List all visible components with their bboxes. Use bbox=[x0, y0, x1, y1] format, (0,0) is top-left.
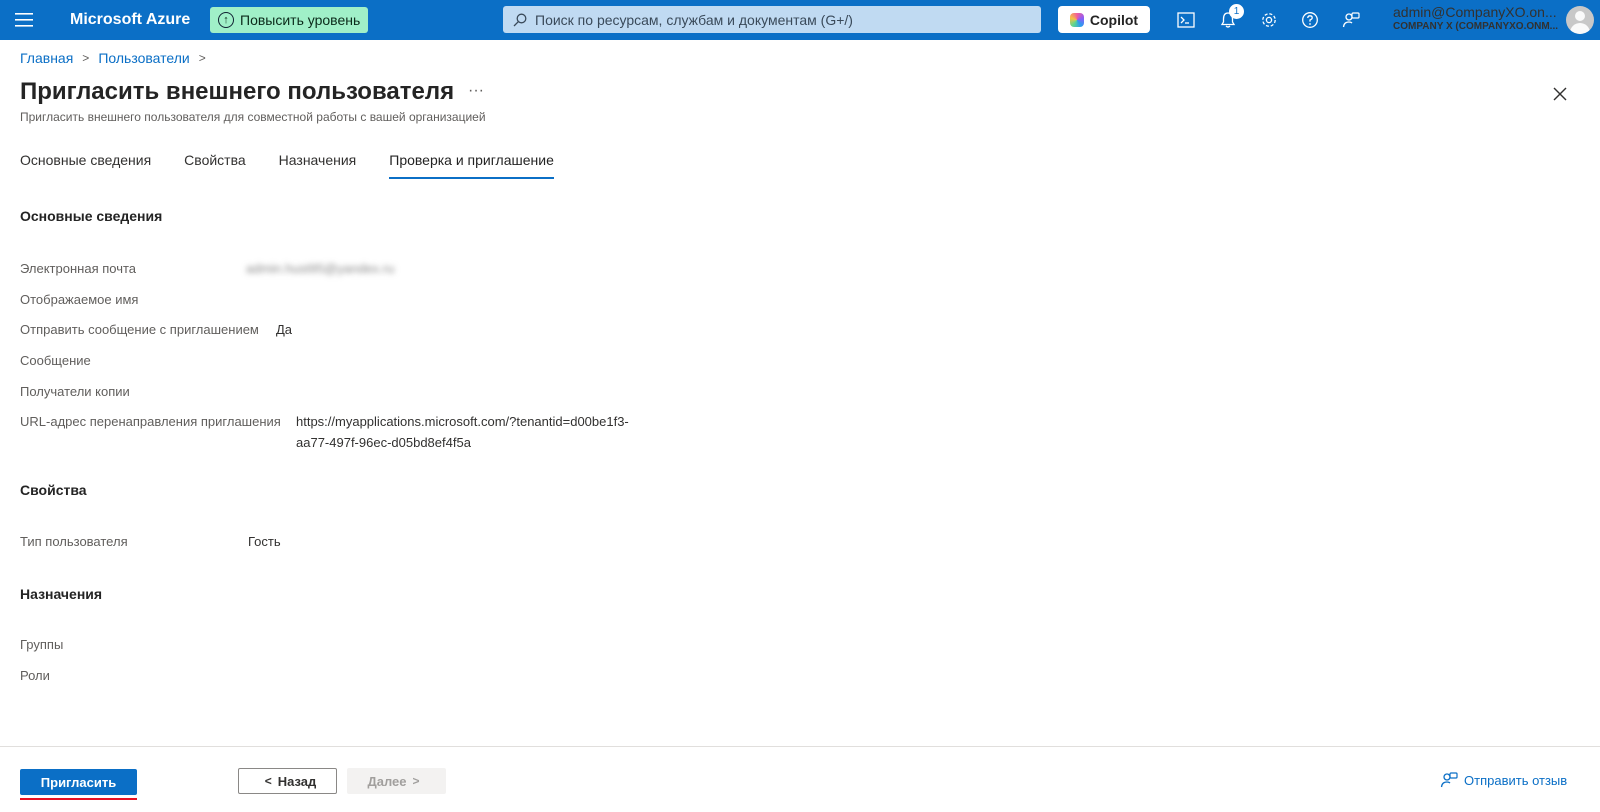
upgrade-label: Повысить уровень bbox=[240, 12, 361, 28]
feedback-icon bbox=[1440, 772, 1458, 788]
footer-divider bbox=[0, 746, 1600, 747]
back-label: Назад bbox=[277, 773, 317, 789]
message-label: Сообщение bbox=[20, 353, 91, 368]
account-menu[interactable]: admin@CompanyXO.on... COMPANY X (COMPANY… bbox=[1393, 4, 1561, 33]
copilot-label: Copilot bbox=[1089, 11, 1139, 28]
chevron-right-icon: > bbox=[82, 51, 90, 65]
next-label: Далее bbox=[367, 773, 407, 789]
account-org: COMPANY X (COMPANYXO.ONM... bbox=[1393, 20, 1559, 32]
breadcrumb-home[interactable]: Главная bbox=[20, 50, 73, 66]
section-assignments-title: Назначения bbox=[20, 586, 103, 602]
tab-assignments[interactable]: Назначения bbox=[279, 152, 357, 179]
chevron-right-icon: > bbox=[198, 51, 206, 65]
highlight-underline bbox=[20, 798, 137, 800]
help-icon[interactable] bbox=[1298, 8, 1322, 32]
redirect-url-value-line1: https://myapplications.microsoft.com/?te… bbox=[296, 414, 629, 429]
account-name: admin@CompanyXO.on... bbox=[1393, 4, 1557, 20]
chevron-left-icon: < bbox=[264, 774, 272, 788]
next-button[interactable]: Далее > bbox=[347, 768, 446, 794]
section-basics-title: Основные сведения bbox=[20, 208, 163, 224]
cloud-shell-icon[interactable] bbox=[1174, 8, 1198, 32]
tab-properties[interactable]: Свойства bbox=[184, 152, 245, 179]
page-title: Пригласить внешнего пользователя bbox=[20, 78, 455, 105]
breadcrumb: Главная > Пользователи > bbox=[20, 50, 215, 66]
redirect-url-label: URL-адрес перенаправления приглашения bbox=[20, 414, 281, 429]
breadcrumb-users[interactable]: Пользователи bbox=[98, 50, 189, 66]
roles-label: Роли bbox=[20, 668, 50, 683]
upgrade-button[interactable]: ↑ Повысить уровень bbox=[210, 7, 369, 33]
page-subtitle: Пригласить внешнего пользователя для сов… bbox=[20, 110, 486, 124]
email-label: Электронная почта bbox=[20, 261, 137, 276]
redirect-url-value-line2: aa77-497f-96ec-d05bd8ef4f5a bbox=[296, 435, 471, 450]
copilot-button[interactable]: Copilot bbox=[1058, 6, 1150, 33]
user-type-value: Гость bbox=[248, 534, 281, 549]
send-message-value: Да bbox=[276, 322, 293, 337]
invite-button[interactable]: Пригласить bbox=[20, 769, 137, 795]
section-properties-title: Свойства bbox=[20, 482, 87, 498]
menu-icon[interactable] bbox=[0, 0, 48, 40]
search-icon bbox=[513, 13, 527, 26]
close-icon[interactable] bbox=[1552, 86, 1568, 102]
email-value: admin.hust95@yandex.ru bbox=[246, 261, 395, 276]
feedback-label: Отправить отзыв bbox=[1464, 772, 1568, 788]
notifications-icon[interactable]: 1 bbox=[1216, 4, 1244, 32]
cc-recipients-label: Получатели копии bbox=[20, 384, 130, 399]
wizard-tabs: Основные сведения Свойства Назначения Пр… bbox=[20, 152, 587, 179]
avatar[interactable] bbox=[1566, 6, 1594, 34]
arrow-up-icon: ↑ bbox=[218, 12, 234, 28]
brand-title[interactable]: Microsoft Azure bbox=[70, 11, 210, 29]
display-name-label: Отображаемое имя bbox=[20, 292, 139, 307]
tab-review-invite[interactable]: Проверка и приглашение bbox=[389, 152, 554, 179]
search-input[interactable]: Поиск по ресурсам, службам и документам … bbox=[503, 6, 1041, 33]
search-placeholder: Поиск по ресурсам, службам и документам … bbox=[535, 11, 853, 28]
chevron-right-icon: > bbox=[412, 774, 420, 788]
back-button[interactable]: < Назад bbox=[238, 768, 337, 794]
send-message-label: Отправить сообщение с приглашением bbox=[20, 322, 259, 337]
settings-gear-icon[interactable] bbox=[1257, 8, 1281, 32]
groups-label: Группы bbox=[20, 637, 64, 652]
tab-basics[interactable]: Основные сведения bbox=[20, 152, 151, 179]
user-type-label: Тип пользователя bbox=[20, 534, 128, 549]
feedback-person-icon[interactable] bbox=[1339, 8, 1363, 32]
copilot-icon bbox=[1069, 12, 1084, 27]
more-options-button[interactable]: ··· bbox=[468, 82, 484, 100]
notification-badge: 1 bbox=[1229, 4, 1244, 19]
send-feedback-link[interactable]: Отправить отзыв bbox=[1440, 771, 1567, 789]
